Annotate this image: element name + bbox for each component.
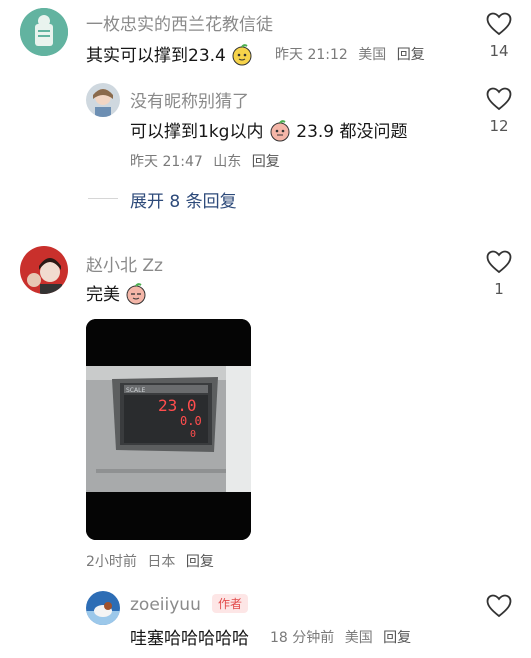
- avatar[interactable]: [20, 8, 68, 56]
- comment-time: 2小时前: [86, 554, 137, 570]
- comment-text: 哇塞哈哈哈哈哈: [130, 629, 249, 649]
- avatar[interactable]: [20, 246, 68, 294]
- comment-text: 其实可以撑到23.4: [86, 41, 253, 71]
- comment-text: 完美: [86, 280, 147, 310]
- reply-button[interactable]: 回复: [252, 154, 280, 170]
- comment-time: 昨天 21:47: [130, 154, 203, 170]
- comment-location: 日本: [147, 554, 176, 570]
- comment-meta: 18 分钟前 美国 回复: [270, 627, 411, 647]
- comment-time: 昨天 21:12: [275, 47, 348, 63]
- like-button[interactable]: [486, 594, 512, 618]
- photo-reading-line1: 23.0: [158, 396, 197, 415]
- heart-outline-icon: [486, 12, 512, 36]
- comment-meta: 昨天 21:47 山东 回复: [130, 151, 280, 171]
- photo-brand-text: SCALE: [126, 387, 145, 394]
- avatar[interactable]: [86, 591, 120, 625]
- comment-photo[interactable]: SCALE 23.0 0.0 0: [86, 319, 251, 540]
- like-button[interactable]: 14: [486, 12, 512, 60]
- peach-face-emoji-icon: [125, 283, 147, 310]
- reply-button[interactable]: 回复: [186, 554, 214, 570]
- expand-replies-button[interactable]: 展开 8 条回复: [130, 187, 237, 212]
- like-count: 1: [494, 280, 504, 298]
- comment-location: 山东: [213, 154, 242, 170]
- like-button[interactable]: 12: [486, 87, 512, 135]
- comment-location: 美国: [344, 630, 373, 646]
- photo-reading-line3: 0: [190, 429, 196, 440]
- comment-text-label: 其实可以撑到23.4: [86, 46, 226, 66]
- like-count: 12: [489, 117, 509, 135]
- comment-username[interactable]: 没有昵称别猜了: [130, 87, 249, 112]
- reply-button[interactable]: 回复: [383, 630, 411, 646]
- heart-outline-icon: [486, 87, 512, 111]
- heart-outline-icon: [486, 250, 512, 274]
- reply-button[interactable]: 回复: [397, 47, 425, 63]
- comment-username[interactable]: zoeiiyuu: [130, 595, 201, 615]
- expand-divider: [88, 198, 118, 199]
- like-button[interactable]: 1: [486, 250, 512, 298]
- avatar[interactable]: [86, 83, 120, 117]
- comment-text-after: 23.9 都没问题: [296, 122, 408, 142]
- comment-text: 可以撑到1kg以内 23.9 都没问题: [130, 117, 408, 147]
- comment-meta: 2小时前 日本 回复: [86, 551, 214, 571]
- comment-username[interactable]: 赵小北 Zz: [86, 251, 163, 276]
- comment-location: 美国: [358, 47, 387, 63]
- peach-face-emoji-icon: [231, 44, 253, 71]
- peach-face-emoji-icon: [269, 120, 291, 147]
- comment-meta: 昨天 21:12 美国 回复: [275, 44, 425, 64]
- comment-username[interactable]: 一枚忠实的西兰花教信徒: [86, 10, 273, 35]
- comment-text-before: 可以撑到1kg以内: [130, 122, 264, 142]
- author-badge: 作者: [212, 594, 249, 613]
- comment-time: 18 分钟前: [270, 630, 335, 646]
- photo-reading-line2: 0.0: [180, 414, 202, 428]
- heart-outline-icon: [486, 594, 512, 618]
- like-count: 14: [489, 42, 509, 60]
- comment-text-label: 完美: [86, 285, 120, 305]
